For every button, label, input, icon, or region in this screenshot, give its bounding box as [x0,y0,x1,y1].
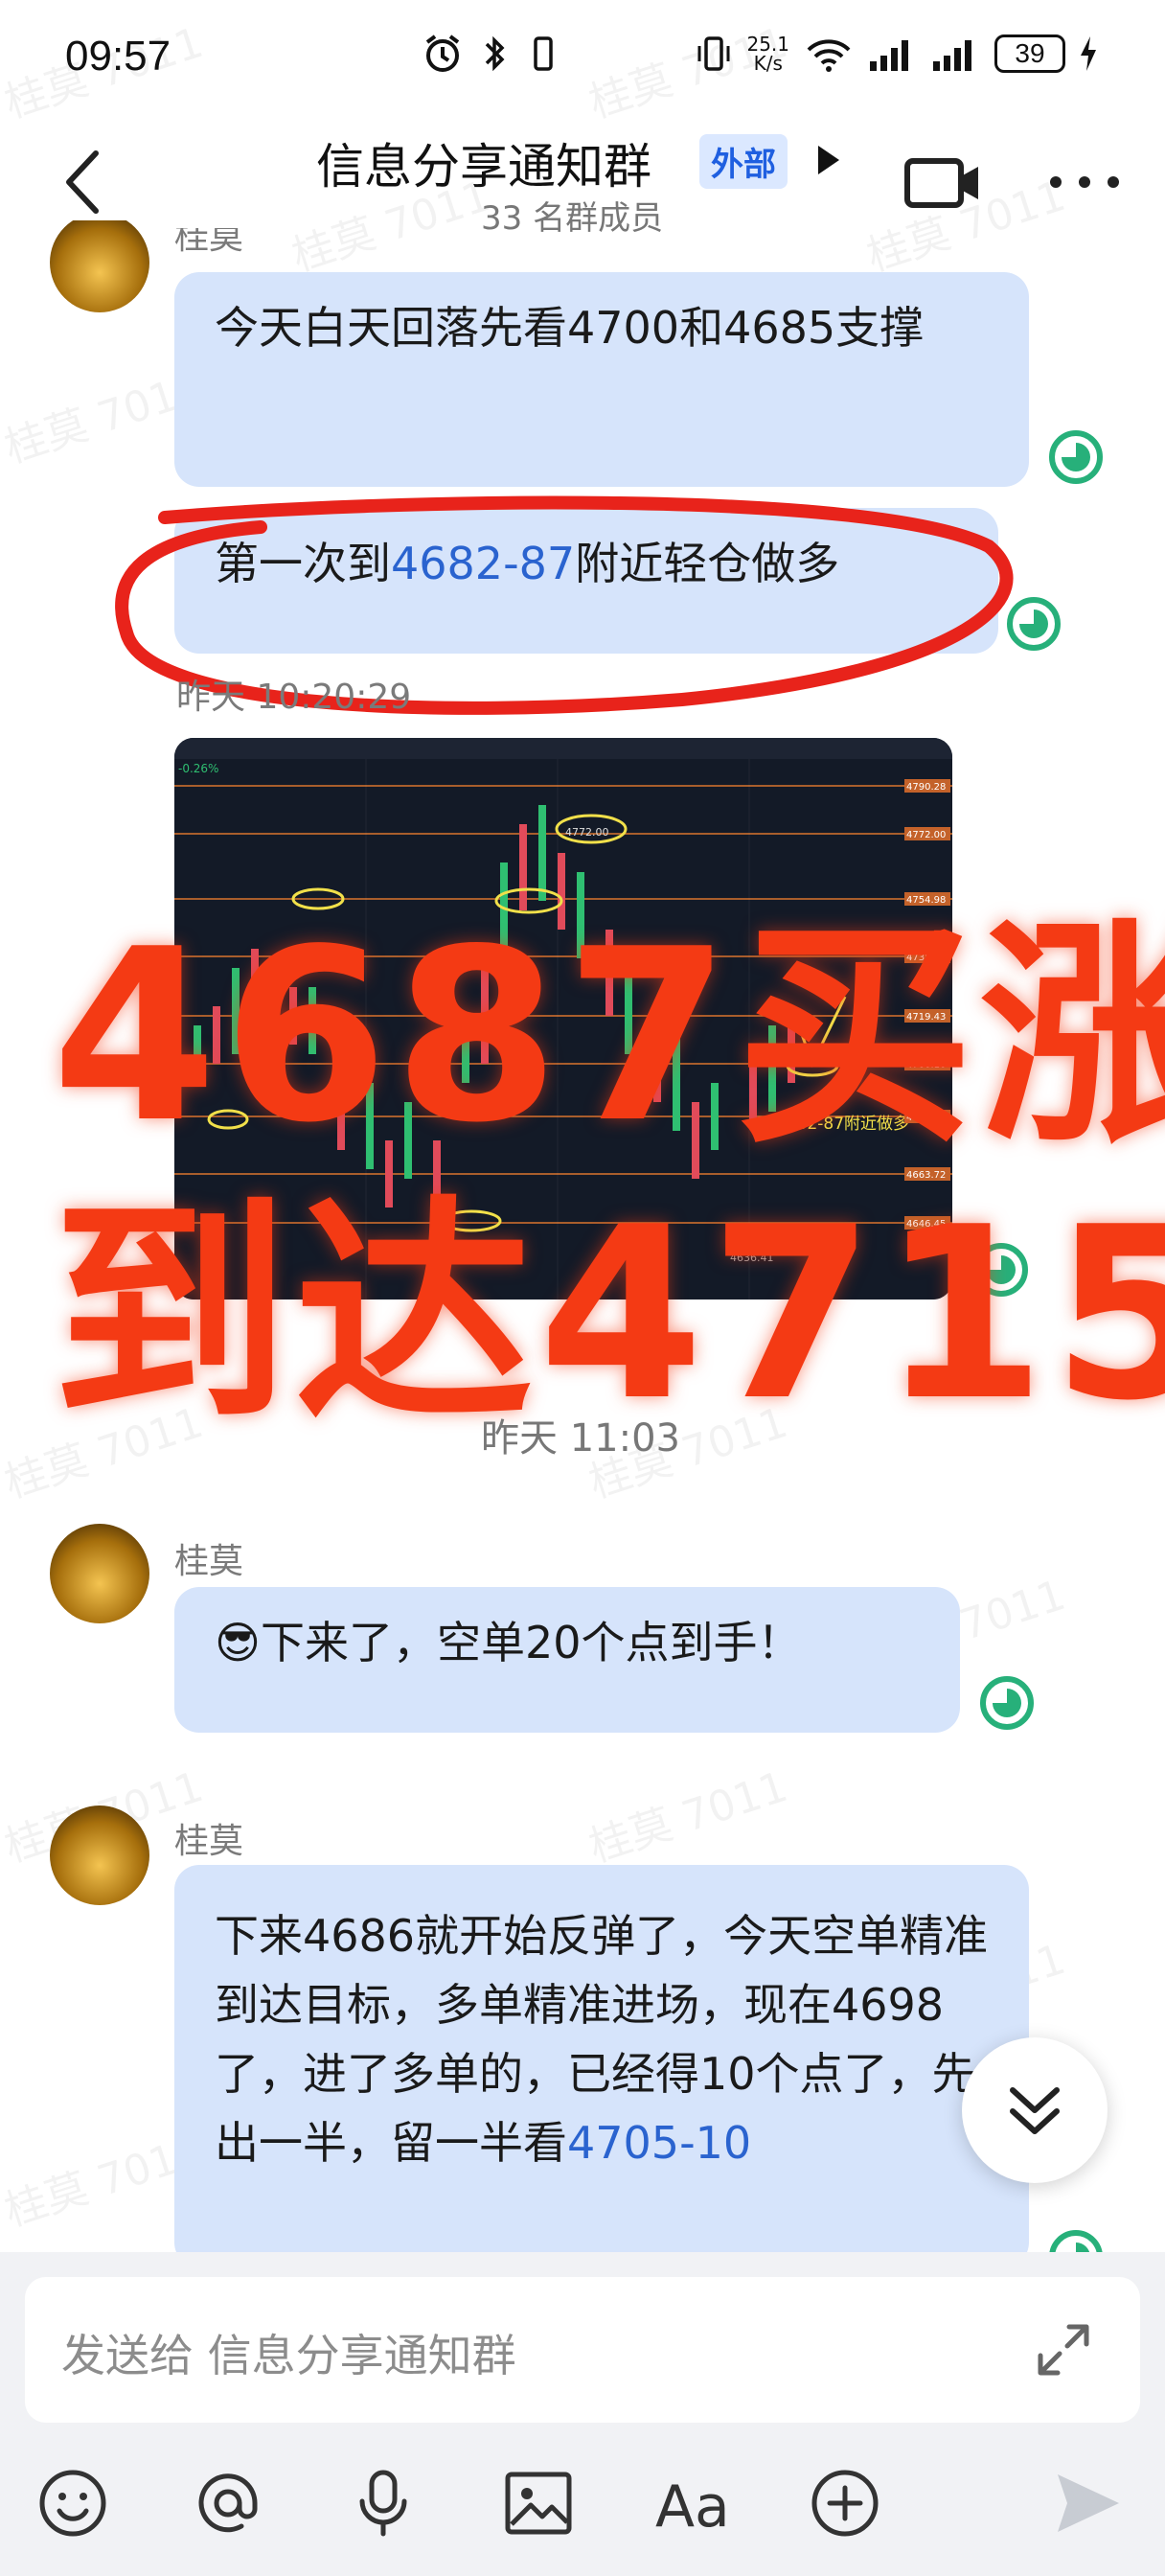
price-tag-label: 4772.00 [906,830,946,840]
status-time: 09:57 [65,33,171,80]
battery-indicator: 39 [994,34,1065,73]
bluetooth-icon [485,35,505,72]
message-bubble[interactable]: 下来4686就开始反弹了，今天空单精准到达目标，多单精准进场，现在4698了，进… [174,1865,1029,2267]
signal-icon [870,40,908,71]
back-icon[interactable] [56,144,113,220]
net-speed-value: 25.1 [746,33,789,56]
scroll-to-bottom-button[interactable] [962,2037,1108,2183]
triangle-right-icon[interactable] [814,144,841,176]
video-call-icon[interactable] [904,153,981,211]
vibrate-icon [697,36,730,71]
wifi-icon [807,39,851,72]
status-icons-right: 25.1 K/s 39 [695,29,1098,79]
time-divider: 昨天 11:03 [481,1416,680,1460]
image-icon[interactable] [502,2467,575,2540]
sunglasses-emoji-icon: 😎 [215,1617,261,1668]
mention-icon[interactable] [192,2467,264,2540]
send-icon[interactable] [1052,2467,1125,2540]
external-tag: 外部 [699,134,788,189]
alarm-icon [425,34,460,72]
message-bubble[interactable]: 😎下来了，空单20个点到手！ [174,1587,960,1733]
read-receipt-icon [1007,597,1061,651]
member-count[interactable]: 33 名群成员 [481,192,663,239]
more-icon[interactable] [1046,172,1123,192]
net-speed-unit: K/s [753,52,783,75]
svg-text:Aa: Aa [655,2473,728,2540]
sender-name: 桂莫 [174,1822,244,1861]
font-icon[interactable]: Aa [655,2467,728,2540]
sender-name-partial: 桂莫 [174,228,244,255]
read-receipt-icon [1049,430,1103,484]
avatar[interactable] [50,1806,149,1905]
change-label: -0.26% [178,762,218,775]
read-receipt-icon [980,1676,1034,1730]
message-text: 今天白天回落先看4700和4685支撑 [215,302,925,354]
vibrate-icon [534,36,553,71]
chat-title[interactable]: 信息分享通知群 [316,128,651,197]
sender-name: 桂莫 [174,1542,244,1581]
plus-icon[interactable] [809,2467,881,2540]
price-link[interactable]: 4705-10 [567,2117,751,2169]
expand-icon[interactable] [1033,2319,1094,2380]
message-input-placeholder: 发送给 信息分享通知群 [61,2330,516,2381]
charging-icon [1081,36,1096,71]
message-timestamp: 昨天 10:20:29 [176,678,412,717]
watermark: 桂莫 7011 [582,1761,794,1873]
avatar-partial[interactable] [50,220,149,312]
price-tag-label: 4790.28 [906,782,946,793]
message-text: 下来了，空单20个点到手！ [260,1617,802,1668]
chart-top-label: 4772.00 [565,826,609,839]
double-chevron-down-icon [1010,2087,1060,2134]
net-speed: 25.1 K/s [746,34,789,73]
avatar[interactable] [50,1524,149,1623]
message-bubble[interactable]: 今天白天回落先看4700和4685支撑 [174,272,1029,487]
avatar[interactable] [50,220,149,312]
emoji-icon[interactable] [36,2467,109,2540]
signal-icon [933,40,971,71]
mic-icon[interactable] [347,2467,420,2540]
status-icons-left [422,29,560,79]
